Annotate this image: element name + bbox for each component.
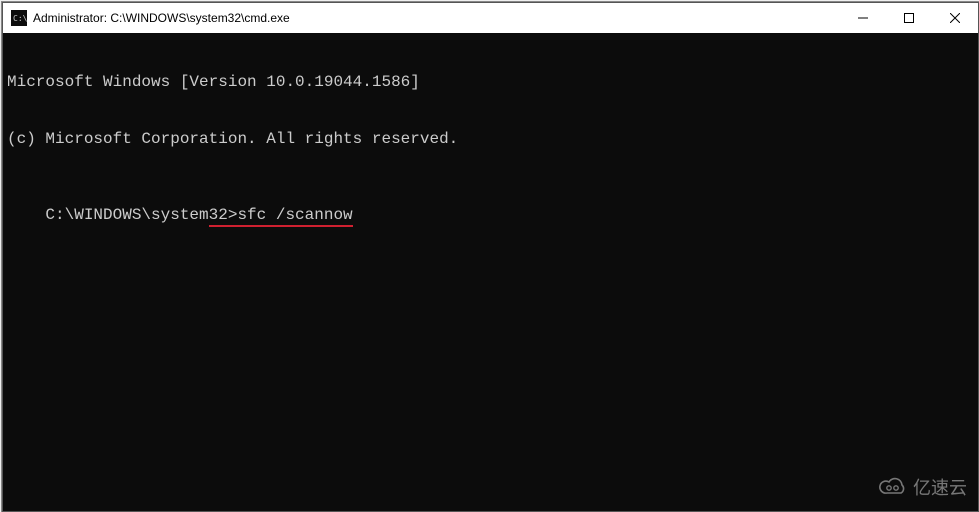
terminal-output-line: (c) Microsoft Corporation. All rights re… (7, 130, 974, 149)
command-highlight (209, 225, 353, 227)
terminal-prompt: C:\WINDOWS\system32> (45, 206, 237, 224)
window-title: Administrator: C:\WINDOWS\system32\cmd.e… (33, 11, 840, 25)
maximize-button[interactable] (886, 3, 932, 33)
terminal-area[interactable]: Microsoft Windows [Version 10.0.19044.15… (3, 33, 978, 511)
titlebar[interactable]: C:\ Administrator: C:\WINDOWS\system32\c… (3, 3, 978, 33)
svg-text:C:\: C:\ (13, 14, 27, 23)
cmd-window: C:\ Administrator: C:\WINDOWS\system32\c… (2, 2, 979, 512)
window-controls (840, 3, 978, 33)
cmd-icon: C:\ (11, 10, 27, 26)
terminal-prompt-line: C:\WINDOWS\system32>sfc /scannow (45, 206, 352, 225)
terminal-command: sfc /scannow (237, 206, 352, 224)
close-button[interactable] (932, 3, 978, 33)
minimize-button[interactable] (840, 3, 886, 33)
terminal-output-line: Microsoft Windows [Version 10.0.19044.15… (7, 73, 974, 92)
